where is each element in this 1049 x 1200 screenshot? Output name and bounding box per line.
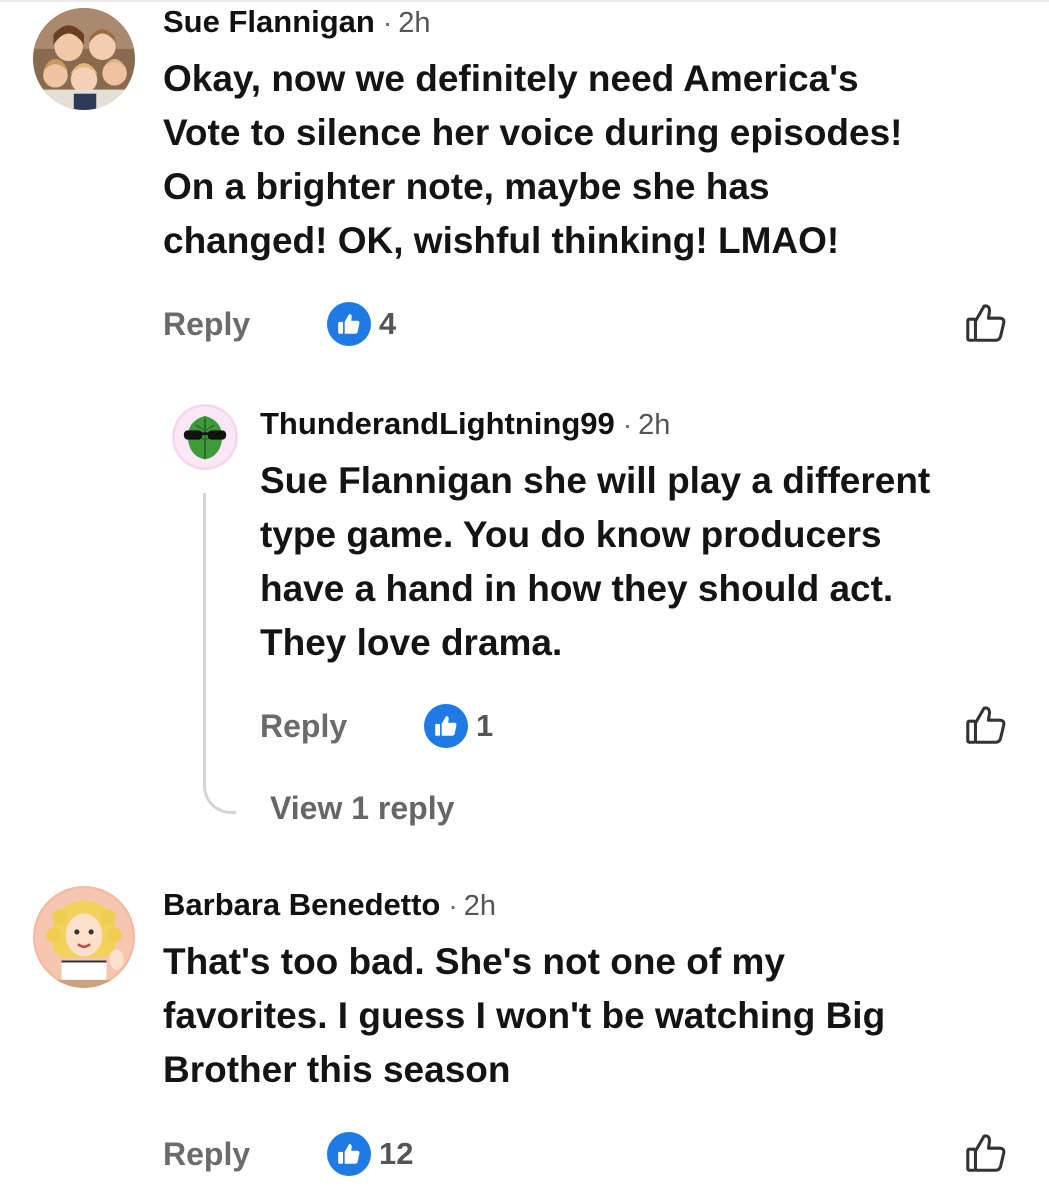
thumbs-up-filled-icon: [327, 302, 371, 346]
thread-connector-line: [203, 493, 236, 814]
thumbs-up-outline-icon[interactable]: [963, 300, 1009, 346]
comment-text-line: Vote to silence her voice during episode…: [163, 112, 903, 153]
comment-timestamp: 2h: [638, 409, 671, 441]
like-count: 4: [379, 306, 397, 341]
separator-dot: ·: [622, 409, 633, 440]
comment-timestamp: 2h: [463, 890, 496, 922]
like-count-badge[interactable]: 4: [327, 302, 396, 346]
comment-text-line: Sue Flannigan she will play a different: [260, 460, 931, 501]
author-name[interactable]: Barbara Benedetto: [163, 887, 440, 922]
thumbs-up-filled-icon: [327, 1132, 371, 1176]
thumbs-up-outline-icon[interactable]: [963, 702, 1009, 748]
like-count-badge[interactable]: 12: [327, 1132, 413, 1176]
comment-header: Sue Flannigan · 2h: [163, 4, 430, 40]
comment-text-line: have a hand in how they should act.: [260, 568, 894, 609]
separator-dot: ·: [448, 890, 458, 921]
comment-text: Okay, now we definitely need America's V…: [163, 52, 903, 268]
like-count-badge[interactable]: 1: [424, 704, 493, 748]
view-replies-link[interactable]: View 1 reply: [270, 790, 454, 827]
comment-header: ThunderandLightning99 · 2h: [260, 406, 670, 442]
comment-text: That's too bad. She's not one of my favo…: [163, 935, 885, 1097]
avatar-barbara-benedetto[interactable]: [33, 886, 135, 988]
comment-timestamp: 2h: [398, 7, 431, 39]
comment-text-line: Okay, now we definitely need America's: [163, 58, 859, 99]
separator-dot: ·: [382, 7, 393, 38]
like-count: 1: [476, 708, 494, 743]
comment-header: Barbara Benedetto · 2h: [163, 887, 496, 923]
avatar-thunderandlightning99[interactable]: [172, 404, 238, 470]
comment-text-line: Brother this season: [163, 1049, 511, 1090]
author-name[interactable]: ThunderandLightning99: [260, 406, 615, 441]
reply-button[interactable]: Reply: [163, 1136, 250, 1173]
comment-actions: Reply 1: [260, 704, 1020, 752]
author-name[interactable]: Sue Flannigan: [163, 4, 375, 39]
reply-button[interactable]: Reply: [163, 306, 250, 343]
reply-button[interactable]: Reply: [260, 708, 347, 745]
top-divider: [0, 0, 1049, 2]
comment-text-line: changed! OK, wishful thinking! LMAO!: [163, 220, 840, 261]
comment-actions: Reply 4: [163, 302, 1013, 350]
comment-text-line: They love drama.: [260, 622, 563, 663]
comment-text-line: On a brighter note, maybe she has: [163, 166, 770, 207]
comment-text-line: type game. You do know producers: [260, 514, 882, 555]
thumbs-up-filled-icon: [424, 704, 468, 748]
comment-text-line: That's too bad. She's not one of my: [163, 941, 785, 982]
comment-text-line: favorites. I guess I won't be watching B…: [163, 995, 886, 1036]
thumbs-up-outline-icon[interactable]: [963, 1130, 1009, 1176]
comment-text: Sue Flannigan she will play a different …: [260, 454, 930, 670]
like-count: 12: [379, 1136, 414, 1171]
comment-actions: Reply 12: [163, 1132, 1013, 1180]
avatar-sue-flannigan[interactable]: [33, 8, 135, 110]
